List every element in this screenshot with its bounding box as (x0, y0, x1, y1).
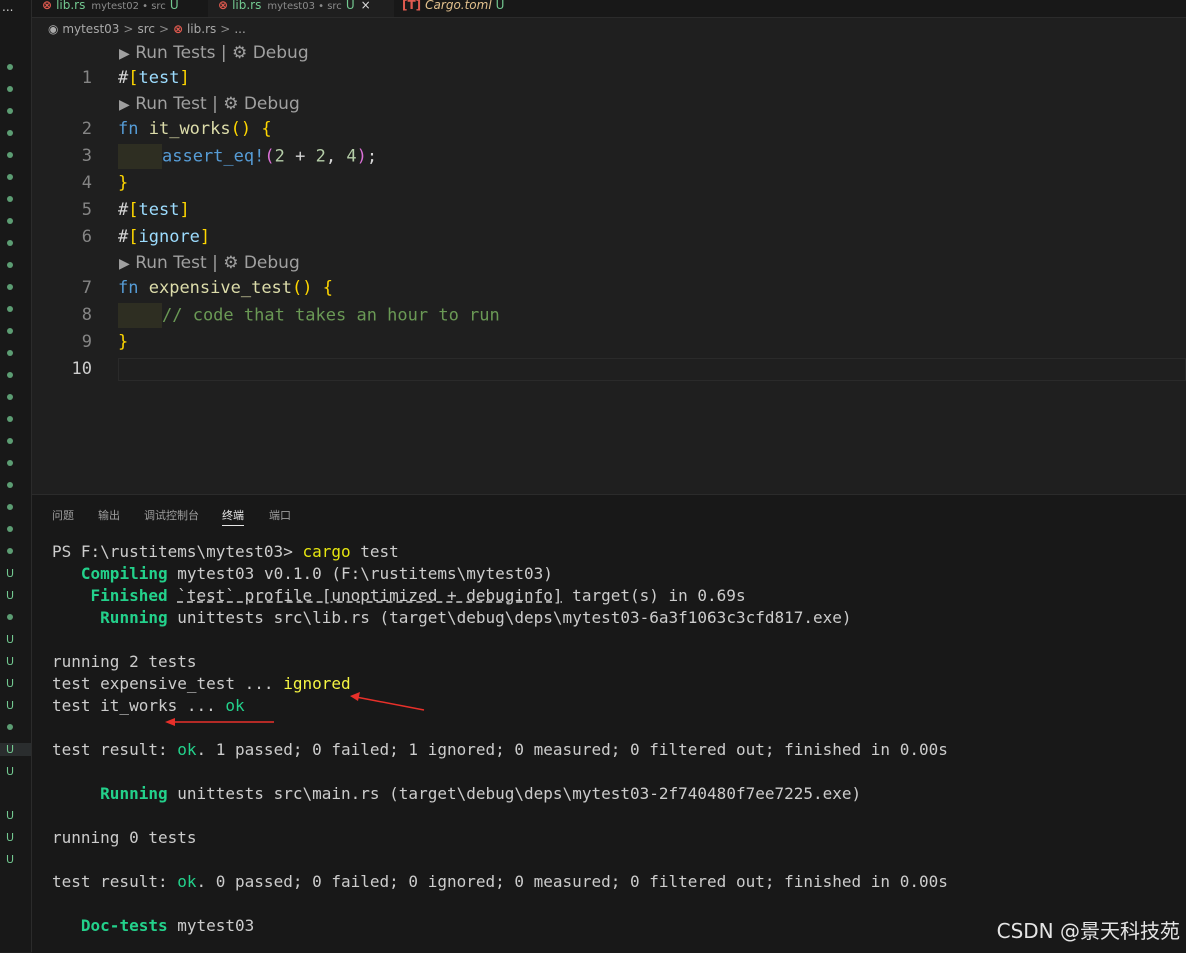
arrowhead (165, 718, 175, 726)
annotation-arrow-ignored (355, 696, 425, 711)
watermark: CSDN @景天科技苑 (996, 919, 1180, 943)
arrowhead (350, 692, 360, 701)
annotation-arrows (165, 692, 425, 726)
